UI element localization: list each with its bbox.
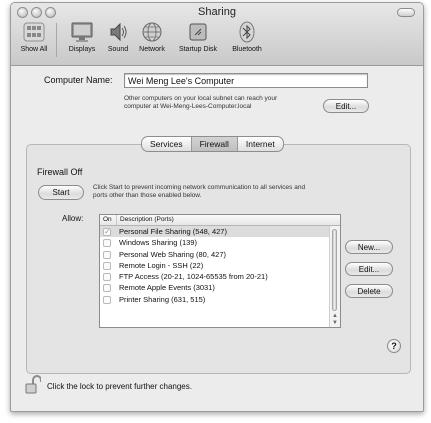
tab-bar: Services Firewall Internet [141, 136, 284, 152]
network-info-line2: computer at Wei-Meng-Lees-Computer.local [124, 103, 252, 110]
list-item[interactable]: Personal Web Sharing (80, 427) [100, 249, 340, 260]
toolbar-displays[interactable]: Displays [65, 20, 99, 53]
service-label: Personal File Sharing (548, 427) [119, 227, 227, 236]
toolbar-separator [56, 23, 57, 57]
toolbar-label: Show All [20, 46, 48, 53]
allow-label: Allow: [62, 214, 84, 223]
title-bar: Sharing Show All Displays Sound Network … [11, 3, 423, 66]
service-checkbox[interactable] [103, 261, 111, 270]
service-checkbox[interactable] [103, 284, 111, 293]
service-label: Remote Apple Events (3031) [119, 283, 215, 293]
service-checkbox[interactable] [103, 250, 111, 259]
toolbar-label: Bluetooth [232, 46, 262, 53]
firewall-description-line1: Click Start to prevent incoming network … [93, 184, 306, 191]
list-item[interactable]: ✓ Personal File Sharing (548, 427) [100, 226, 340, 238]
speaker-icon [105, 20, 131, 44]
toolbar-label: Sound [107, 46, 129, 53]
computer-name-label: Computer Name: [44, 75, 113, 85]
toolbar-sound[interactable]: Sound [104, 20, 132, 53]
delete-button[interactable]: Delete [345, 284, 393, 298]
toolbar-toggle-button[interactable] [397, 8, 415, 17]
service-label: Windows Sharing (139) [119, 238, 197, 248]
list-item[interactable]: Printer Sharing (631, 515) [100, 294, 340, 305]
grid-icon [21, 20, 47, 44]
column-description-header[interactable]: Description (Ports) [116, 215, 174, 225]
firewall-status: Firewall Off [37, 167, 83, 177]
scrollbar-thumb[interactable] [332, 229, 337, 311]
list-header: On Description (Ports) [100, 215, 340, 226]
scroll-down-arrow-icon[interactable]: ▼ [332, 320, 338, 326]
column-on-header[interactable]: On [103, 215, 112, 225]
service-checkbox[interactable] [103, 239, 111, 248]
toolbar-show-all[interactable]: Show All [17, 20, 51, 53]
lock-icon[interactable] [25, 375, 42, 395]
list-item[interactable]: FTP Access (20-21, 1024-65535 from 20-21… [100, 271, 340, 282]
start-button[interactable]: Start [38, 185, 84, 200]
service-checkbox[interactable] [103, 295, 111, 304]
list-scrollbar[interactable]: ▲ ▼ [329, 226, 340, 327]
toolbar-label: Startup Disk [178, 46, 218, 53]
tab-firewall[interactable]: Firewall [191, 137, 238, 151]
list-item[interactable]: Remote Login - SSH (22) [100, 260, 340, 271]
lock-message: Click the lock to prevent further change… [47, 382, 192, 391]
help-button[interactable]: ? [387, 339, 401, 353]
globe-icon [139, 20, 165, 44]
window-title: Sharing [198, 6, 236, 18]
edit-computer-name-button[interactable]: Edit... [323, 99, 369, 113]
service-label: Personal Web Sharing (80, 427) [119, 249, 227, 259]
service-label: FTP Access (20-21, 1024-65535 from 20-21… [119, 272, 268, 282]
computer-name-field[interactable]: Wei Meng Lee's Computer [124, 73, 368, 88]
service-label: Remote Login - SSH (22) [119, 260, 204, 270]
service-checkbox[interactable] [103, 273, 111, 282]
toolbar-label: Network [139, 46, 165, 53]
disk-icon [185, 20, 211, 44]
service-checkbox[interactable]: ✓ [103, 228, 111, 236]
toolbar-bluetooth[interactable]: Bluetooth [227, 20, 267, 53]
list-item[interactable]: Windows Sharing (139) [100, 237, 340, 248]
tab-services[interactable]: Services [142, 137, 192, 151]
display-icon [69, 20, 95, 44]
bluetooth-icon [234, 20, 260, 44]
firewall-description-line2: ports other than those enabled below. [93, 192, 202, 199]
scroll-up-arrow-icon[interactable]: ▲ [332, 313, 338, 319]
service-label: Printer Sharing (631, 515) [119, 294, 206, 304]
network-info-line1: Other computers on your local subnet can… [124, 95, 278, 102]
tab-internet[interactable]: Internet [238, 137, 283, 151]
toolbar-label: Displays [68, 46, 96, 53]
new-button[interactable]: New... [345, 240, 393, 254]
port-list[interactable]: On Description (Ports) ✓ Personal File Sh… [99, 214, 341, 328]
toolbar-startup-disk[interactable]: Startup Disk [174, 20, 222, 53]
edit-rule-button[interactable]: Edit... [345, 262, 393, 276]
list-item[interactable]: Remote Apple Events (3031) [100, 282, 340, 293]
toolbar-network[interactable]: Network [135, 20, 169, 53]
preferences-window: Sharing Show All Displays Sound Network … [10, 2, 424, 412]
